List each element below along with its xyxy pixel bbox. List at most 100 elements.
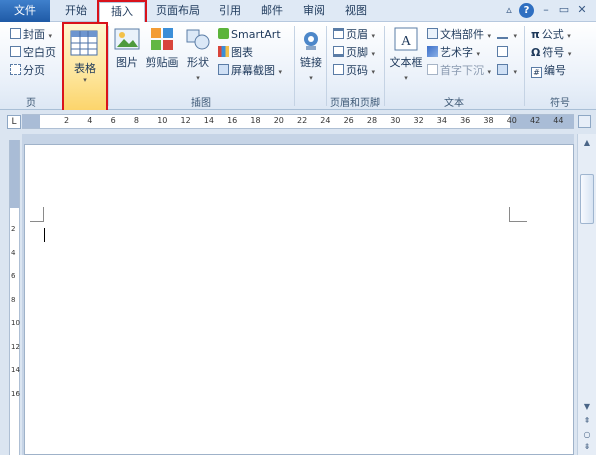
screenshot-icon	[218, 64, 229, 75]
page-number-button[interactable]: 页码 ▾	[333, 62, 375, 79]
svg-text:A: A	[401, 34, 412, 49]
ruler-mark: 10	[157, 116, 168, 125]
ruler-mark: 34	[436, 116, 447, 125]
group-label-header-footer: 页眉和页脚	[330, 98, 380, 109]
crop-mark	[43, 207, 44, 222]
tab-page-layout[interactable]: 页面布局	[148, 2, 208, 22]
group-separator	[294, 26, 295, 106]
tab-file[interactable]: 文件	[0, 0, 50, 22]
page-number-icon	[333, 64, 344, 75]
wordart-icon	[427, 46, 438, 57]
ruler-mark: 32	[413, 116, 424, 125]
quick-parts-icon	[427, 28, 438, 39]
minimize-icon[interactable]: –	[540, 3, 552, 19]
cover-page-button[interactable]: 封面 ▾	[10, 26, 52, 43]
ruler-mark: 42	[530, 116, 541, 125]
ruler-mark: 6	[110, 116, 116, 125]
ruler-mark: 24	[320, 116, 331, 125]
ruler-mark: 4	[11, 248, 16, 257]
close-icon[interactable]: ✕	[576, 3, 588, 19]
ruler-mark: 40	[506, 116, 517, 125]
vertical-scrollbar[interactable]: ▲ ▼ ⇞ ○ ⇟	[577, 134, 596, 455]
tab-mailings[interactable]: 邮件	[254, 2, 290, 22]
header-button[interactable]: 页眉 ▾	[333, 26, 375, 43]
smartart-button[interactable]: SmartArt	[218, 26, 281, 43]
date-time-button[interactable]	[497, 44, 510, 61]
ruler-mark: 14	[203, 116, 214, 125]
omega-icon: Ω	[531, 46, 541, 59]
tab-selector-button[interactable]: L	[7, 115, 21, 129]
pi-icon: π	[531, 28, 540, 41]
next-page-icon[interactable]: ⇟	[580, 440, 594, 454]
symbol-button[interactable]: Ω 符号 ▾	[531, 44, 571, 61]
ribbon-tab-bar: 文件 开始 插入 页面布局 引用 邮件 审阅 视图 ▵ ? – ▭ ✕	[0, 0, 596, 25]
shapes-button[interactable]: 形状 ▾	[183, 26, 213, 83]
collapse-ribbon-icon[interactable]: ▵	[503, 3, 515, 19]
tab-references[interactable]: 引用	[212, 2, 248, 22]
chart-button[interactable]: 图表	[218, 44, 253, 61]
date-time-icon	[497, 46, 508, 57]
text-cursor	[44, 228, 45, 242]
signature-line-icon	[497, 28, 508, 39]
blank-page-icon	[10, 46, 21, 57]
ruler-mark: 10	[11, 319, 20, 327]
crop-mark	[509, 207, 510, 222]
number-button[interactable]: # 编号	[531, 62, 566, 79]
links-button[interactable]: 链接 ▾	[297, 30, 325, 83]
signature-line-button[interactable]: ▾	[497, 26, 517, 43]
table-button-label: 表格	[74, 62, 96, 75]
page-break-button[interactable]: 分页	[10, 62, 45, 79]
group-label-illustrations: 插图	[191, 98, 211, 109]
ruler-mark: 26	[343, 116, 354, 125]
scroll-down-icon[interactable]: ▼	[580, 400, 594, 414]
vertical-ruler[interactable]: 2 4 6 8 10 12 14 16	[9, 140, 20, 455]
table-dropdown-arrow: ▾	[83, 76, 87, 84]
quick-parts-button[interactable]: 文档部件 ▾	[427, 26, 491, 43]
previous-page-icon[interactable]: ⇞	[580, 414, 594, 428]
wordart-button[interactable]: 艺术字 ▾	[427, 44, 480, 61]
clip-art-icon	[151, 28, 173, 50]
ruler-mark: 8	[133, 116, 139, 125]
ruler-mark: 4	[87, 116, 93, 125]
ruler-mark: 38	[483, 116, 494, 125]
document-page[interactable]	[24, 144, 574, 455]
clip-art-button[interactable]: 剪贴画	[145, 26, 179, 70]
horizontal-ruler[interactable]: 2 4 6 8 10 12 14 16 18 20 22 24 26 28 30 32 34 36 38 40 42 44	[22, 114, 574, 129]
group-label-symbols: 符号	[550, 98, 570, 109]
header-icon	[333, 28, 344, 39]
help-icon[interactable]: ?	[519, 3, 534, 18]
tab-insert[interactable]: 插入	[97, 0, 147, 25]
smartart-icon	[218, 28, 229, 39]
object-button[interactable]: ▾	[497, 62, 517, 79]
screenshot-button[interactable]: 屏幕截图 ▾	[218, 62, 282, 79]
links-icon	[304, 32, 318, 50]
view-ruler-icon[interactable]	[578, 115, 591, 128]
ruler-mark: 16	[227, 116, 238, 125]
tab-home[interactable]: 开始	[58, 2, 94, 22]
tab-view[interactable]: 视图	[338, 2, 374, 22]
footer-button[interactable]: 页脚 ▾	[333, 44, 375, 61]
text-box-icon: A	[394, 27, 418, 51]
picture-icon	[114, 28, 140, 50]
picture-button[interactable]: 图片	[112, 26, 142, 70]
ruler-mark: 16	[11, 389, 20, 398]
footer-icon	[333, 46, 344, 57]
scroll-thumb[interactable]	[580, 174, 594, 224]
text-box-button[interactable]: A 文本框 ▾	[388, 26, 424, 83]
ruler-mark: 12	[11, 342, 20, 351]
group-label-text: 文本	[444, 98, 464, 109]
ruler-mark: 14	[11, 366, 20, 374]
equation-button[interactable]: π 公式 ▾	[531, 26, 571, 43]
table-button[interactable]: 表格 ▾	[62, 22, 108, 113]
ruler-mark: 8	[11, 295, 16, 304]
restore-icon[interactable]: ▭	[558, 3, 570, 19]
ruler-mark: 22	[297, 116, 308, 125]
tab-review[interactable]: 审阅	[296, 2, 332, 22]
ruler-mark: 30	[390, 116, 401, 125]
ruler-mark: 36	[460, 116, 471, 125]
chart-icon	[218, 46, 229, 57]
ruler-mark: 28	[366, 116, 378, 125]
ruler-mark: 6	[11, 272, 16, 280]
blank-page-button[interactable]: 空白页	[10, 44, 56, 61]
scroll-up-icon[interactable]: ▲	[580, 136, 594, 150]
